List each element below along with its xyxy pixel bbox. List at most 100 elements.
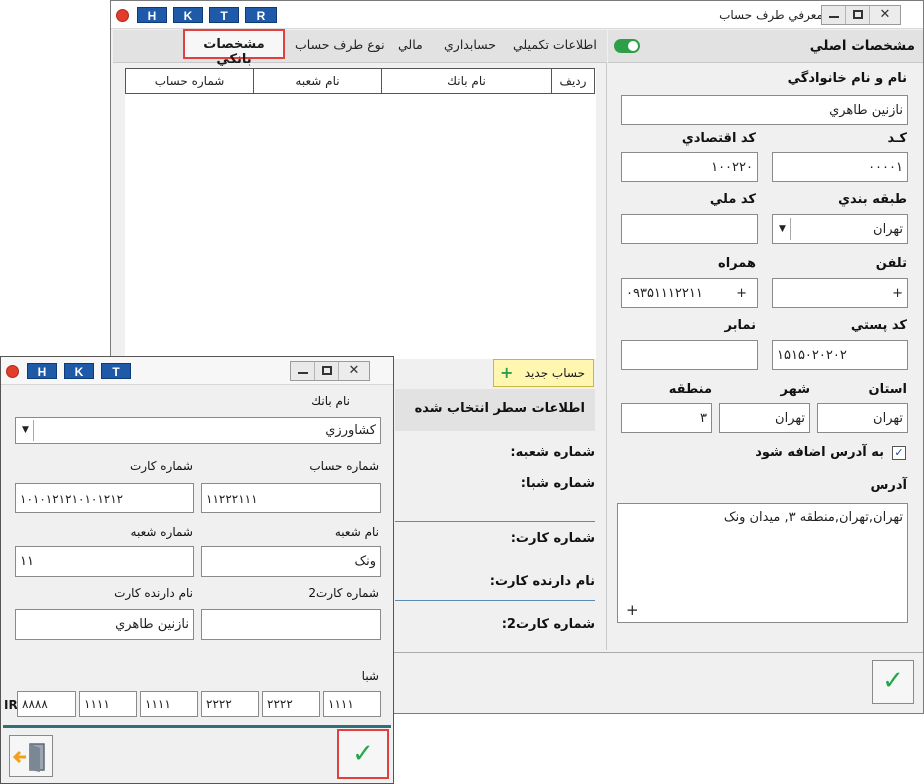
account-no-label: شماره حساب xyxy=(309,459,379,473)
econ-code-label: كد اقتصادي xyxy=(681,131,756,146)
tab-accounting[interactable]: حسابداري xyxy=(444,37,496,52)
sheba-part-5[interactable]: ۲۲۲۲ xyxy=(262,691,320,717)
card-no2-input[interactable] xyxy=(201,609,381,640)
postal-label: كد پستي xyxy=(850,318,907,333)
account-no-input[interactable]: ۱۱۲۲۲۱۱۱ xyxy=(201,483,381,513)
card-no-input[interactable]: ۱۰۱۰۱۲۱۲۱۰۱۰۱۲۱۲ xyxy=(15,483,194,513)
econ-code-input[interactable]: ۱۰۰۲۲۰ xyxy=(621,152,758,182)
category-select[interactable]: تهران ▼ xyxy=(772,214,908,244)
national-code-input[interactable] xyxy=(621,214,758,244)
sheba-label: شبا xyxy=(361,669,379,683)
dialog-ok-button[interactable]: ✓ xyxy=(337,729,389,779)
selected-row-header: اطلاعات سطر انتخاب شده xyxy=(395,389,595,431)
hk-button-h[interactable]: H xyxy=(137,7,167,23)
check-icon: ✓ xyxy=(882,666,904,696)
sheba-part-6[interactable]: ۱۱۱۱ xyxy=(323,691,381,717)
maximize-button[interactable] xyxy=(315,362,339,380)
toggle-switch[interactable] xyxy=(614,39,640,53)
card-holder-label: نام دارنده كارت xyxy=(114,586,193,600)
chevron-down-icon[interactable]: ▼ xyxy=(18,420,34,441)
phone-input[interactable]: + xyxy=(772,278,908,308)
card-no-label: شماره كارت xyxy=(129,459,193,473)
dialog-titlebar: H K T ✕ xyxy=(1,357,393,385)
address-textarea[interactable]: تهران,تهران,منطقه ۳, ميدان ونک + xyxy=(617,503,908,623)
fax-input[interactable] xyxy=(621,340,758,370)
add-to-address-checkbox[interactable]: ✓ xyxy=(892,446,906,460)
mobile-label: همراه xyxy=(718,256,756,271)
main-ok-button[interactable]: ✓ xyxy=(872,660,914,704)
window-controls: ✕ xyxy=(821,5,901,25)
code-input[interactable]: ۰۰۰۰۱ xyxy=(772,152,908,182)
minimize-button[interactable] xyxy=(822,6,846,24)
check-icon: ✓ xyxy=(352,739,374,769)
branch-code-input[interactable]: ۱۱ xyxy=(15,546,194,577)
col-branch-name[interactable]: نام شعبه xyxy=(253,69,381,93)
city-label: شهر xyxy=(780,382,810,397)
address-plus: + xyxy=(626,601,639,619)
close-dot-icon[interactable] xyxy=(6,365,19,378)
phone-label: تلفن xyxy=(875,256,907,271)
sheba-part-3[interactable]: ۱۱۱۱ xyxy=(140,691,198,717)
col-row-no[interactable]: رديف xyxy=(551,69,594,93)
mobile-plus: + xyxy=(736,286,747,301)
sheba-part-2[interactable]: ۱۱۱۱ xyxy=(79,691,137,717)
hk-button-k[interactable]: K xyxy=(173,7,203,23)
exit-button[interactable] xyxy=(9,735,53,777)
close-button[interactable]: ✕ xyxy=(870,6,900,24)
tab-bank-details[interactable]: مشخصات بانكي xyxy=(183,29,285,67)
detail-card-no: شماره كارت: xyxy=(510,531,595,546)
tab-financial[interactable]: مالي xyxy=(398,37,423,52)
maximize-icon xyxy=(853,10,863,19)
tab-account-type[interactable]: نوع طرف حساب xyxy=(295,37,385,52)
dialog-window-controls: ✕ xyxy=(290,361,370,381)
bank-grid-header: شماره حساب نام شعبه نام بانك رديف xyxy=(125,68,595,94)
close-dot-icon[interactable] xyxy=(116,9,129,22)
new-account-button[interactable]: + حساب جديد xyxy=(493,359,594,387)
chevron-down-icon[interactable]: ▼ xyxy=(775,218,791,240)
hk-button-t[interactable]: T xyxy=(101,363,131,379)
tab-bank-details-label: مشخصات بانكي xyxy=(203,37,265,67)
mobile-input[interactable]: ۰۹۳۵۱۱۱۲۲۱۱ + xyxy=(621,278,758,308)
region-label: منطقه xyxy=(668,382,712,397)
toggle-knob-icon xyxy=(628,41,638,51)
city-input[interactable]: تهران xyxy=(719,403,810,433)
divider xyxy=(395,521,595,522)
bank-account-dialog: H K T ✕ نام بانك كشاورزي ▼ شماره حساب شم… xyxy=(0,356,394,784)
branch-name-input[interactable]: ونک xyxy=(201,546,381,577)
maximize-icon xyxy=(322,366,332,375)
card-holder-input[interactable]: نازنين طاهري xyxy=(15,609,194,640)
col-account-no[interactable]: شماره حساب xyxy=(126,69,253,93)
main-info-header: مشخصات اصلي xyxy=(608,30,923,63)
branch-code-label: شماره شعبه xyxy=(130,525,193,539)
window-title: معرفي طرف حساب xyxy=(719,8,823,22)
minimize-button[interactable] xyxy=(291,362,315,380)
plus-icon: + xyxy=(500,363,514,382)
hk-button-h[interactable]: H xyxy=(27,363,57,379)
hk-button-r[interactable]: R xyxy=(245,7,277,23)
region-input[interactable]: ۳ xyxy=(621,403,712,433)
code-label: كـد xyxy=(887,131,907,146)
hk-button-k[interactable]: K xyxy=(64,363,94,379)
hk-button-t[interactable]: T xyxy=(209,7,239,23)
postal-input[interactable]: ۱۵۱۵۰۲۰۲۰۲ xyxy=(772,340,908,370)
detail-branch-no: شماره شعبه: xyxy=(510,445,595,460)
detail-sheba-no: شماره شبا: xyxy=(520,476,595,491)
main-info-title: مشخصات اصلي xyxy=(809,38,915,54)
divider xyxy=(395,600,595,601)
bank-name-select[interactable]: كشاورزي ▼ xyxy=(15,417,381,444)
minimize-icon xyxy=(298,372,308,374)
sheba-prefix: IR xyxy=(4,698,18,712)
col-bank-name[interactable]: نام بانك xyxy=(381,69,551,93)
close-button[interactable]: ✕ xyxy=(339,362,369,380)
maximize-button[interactable] xyxy=(846,6,870,24)
category-value: تهران xyxy=(873,222,903,237)
address-value: تهران,تهران,منطقه ۳, ميدان ونک xyxy=(723,510,903,525)
sheba-part-4[interactable]: ۲۲۲۲ xyxy=(201,691,259,717)
close-icon: ✕ xyxy=(879,7,891,22)
selected-row-header-text: اطلاعات سطر انتخاب شده xyxy=(414,401,585,416)
tab-additional-info[interactable]: اطلاعات تكميلي xyxy=(513,37,597,52)
province-input[interactable]: تهران xyxy=(817,403,908,433)
add-to-address-label: به آدرس اضافه شود xyxy=(755,445,884,460)
name-input[interactable]: نازنين طاهري xyxy=(621,95,908,125)
sheba-part-1[interactable]: ۸۸۸۸ xyxy=(17,691,76,717)
